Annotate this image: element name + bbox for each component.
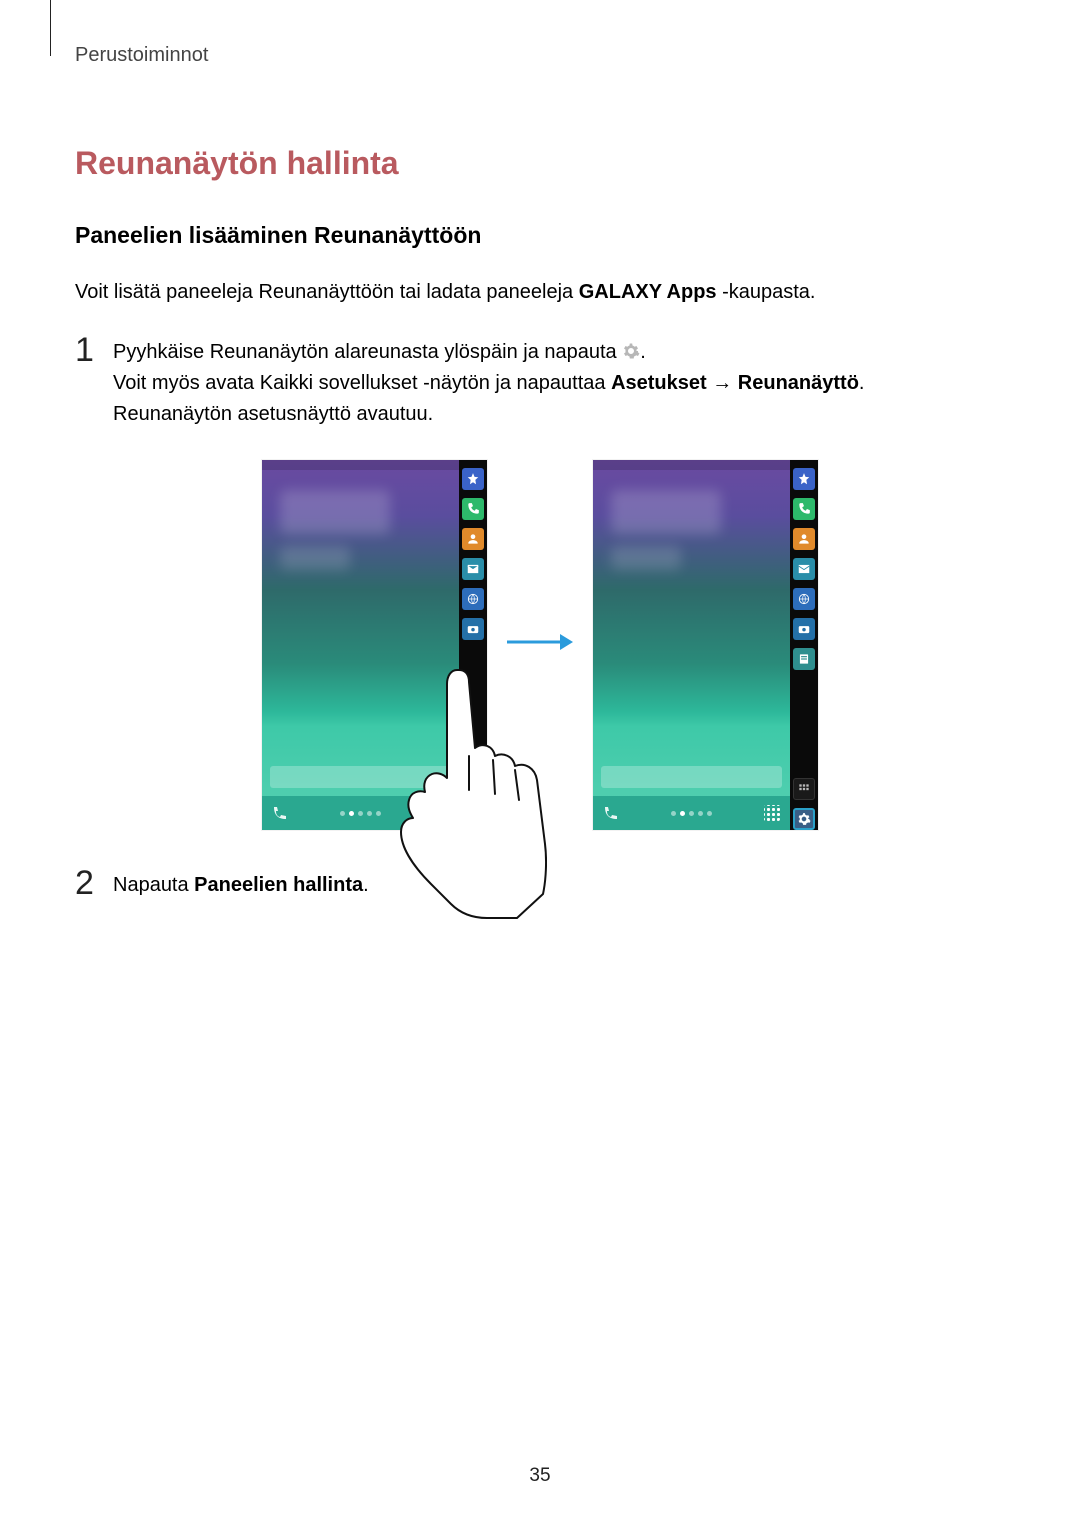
heading-2: Paneelien lisääminen Reunanäyttöön: [75, 222, 1005, 249]
step1-line2-arrow: →: [707, 372, 738, 394]
edge-panel-left: [459, 460, 487, 830]
page-number: 35: [0, 1465, 1080, 1487]
gear-icon: [793, 808, 815, 830]
camera-icon: [462, 618, 484, 640]
phone-left-wrap: [262, 460, 487, 830]
phone-icon: [793, 498, 815, 520]
star-icon: [793, 468, 815, 490]
phone-mock-left: [262, 460, 487, 830]
page-indicator: [671, 811, 712, 816]
edge-dot-icon: [466, 810, 480, 824]
status-bar: [593, 460, 790, 470]
clock-widget: [611, 490, 721, 534]
page-indicator: [340, 811, 381, 816]
step1-line2-after: .: [859, 372, 865, 394]
section-header: Perustoiminnot: [75, 44, 1005, 67]
intro-bold: GALAXY Apps: [579, 281, 717, 303]
step2-text-before: Napauta: [113, 874, 194, 896]
step1-line2-before: Voit myös avata Kaikki sovellukset -näyt…: [113, 372, 611, 394]
globe-icon: [793, 588, 815, 610]
step-number: 1: [75, 333, 105, 367]
intro-text-before: Voit lisätä paneeleja Reunanäyttöön tai …: [75, 281, 579, 303]
step2-text-after: .: [363, 874, 369, 896]
instruction-figure: [75, 460, 1005, 830]
step1-line1-after: .: [640, 341, 646, 363]
intro-text-after: -kaupasta.: [717, 281, 816, 303]
status-bar: [262, 460, 459, 470]
search-bar: [270, 766, 451, 788]
page: Perustoiminnot Reunanäytön hallinta Pane…: [0, 0, 1080, 1527]
step-body: Pyyhkäise Reunanäytön alareunasta ylöspä…: [113, 337, 1005, 430]
phone-mock-right: [593, 460, 818, 830]
margin-rule: [50, 0, 51, 56]
step1-line3: Reunanäytön asetusnäyttö avautuu.: [113, 403, 433, 425]
heading-1: Reunanäytön hallinta: [75, 145, 1005, 182]
step2-bold: Paneelien hallinta: [194, 874, 363, 896]
nav-bar: [593, 796, 790, 830]
step1-line2-bold2: Reunanäyttö: [738, 372, 859, 394]
note-icon: [793, 648, 815, 670]
arrow-right-icon: [497, 630, 583, 654]
intro-paragraph: Voit lisätä paneeleja Reunanäyttöön tai …: [75, 277, 1005, 307]
phone-icon: [272, 805, 288, 821]
swipe-handle-icon: [461, 764, 485, 796]
mail-icon: [793, 558, 815, 580]
search-bar: [601, 766, 782, 788]
step-number: 2: [75, 866, 105, 900]
steps-list: 1 Pyyhkäise Reunanäytön alareunasta ylös…: [75, 337, 1005, 901]
edge-panel-right: [790, 460, 818, 830]
weather-widget: [280, 546, 350, 570]
globe-icon: [462, 588, 484, 610]
apps-icon: [433, 805, 449, 821]
star-icon: [462, 468, 484, 490]
contact-icon: [793, 528, 815, 550]
phone-icon: [603, 805, 619, 821]
step-body: Napauta Paneelien hallinta.: [113, 870, 1005, 901]
phone-icon: [462, 498, 484, 520]
weather-widget: [611, 546, 681, 570]
apps-icon: [764, 805, 780, 821]
step1-line1-before: Pyyhkäise Reunanäytön alareunasta ylöspä…: [113, 341, 622, 363]
gear-icon: [622, 342, 640, 360]
step-1: 1 Pyyhkäise Reunanäytön alareunasta ylös…: [75, 337, 1005, 430]
step1-line2-bold1: Asetukset: [611, 372, 707, 394]
clock-widget: [280, 490, 390, 534]
step-2: 2 Napauta Paneelien hallinta.: [75, 870, 1005, 901]
nav-bar: [262, 796, 459, 830]
camera-icon: [793, 618, 815, 640]
mail-icon: [462, 558, 484, 580]
contact-icon: [462, 528, 484, 550]
grid-icon: [793, 778, 815, 800]
